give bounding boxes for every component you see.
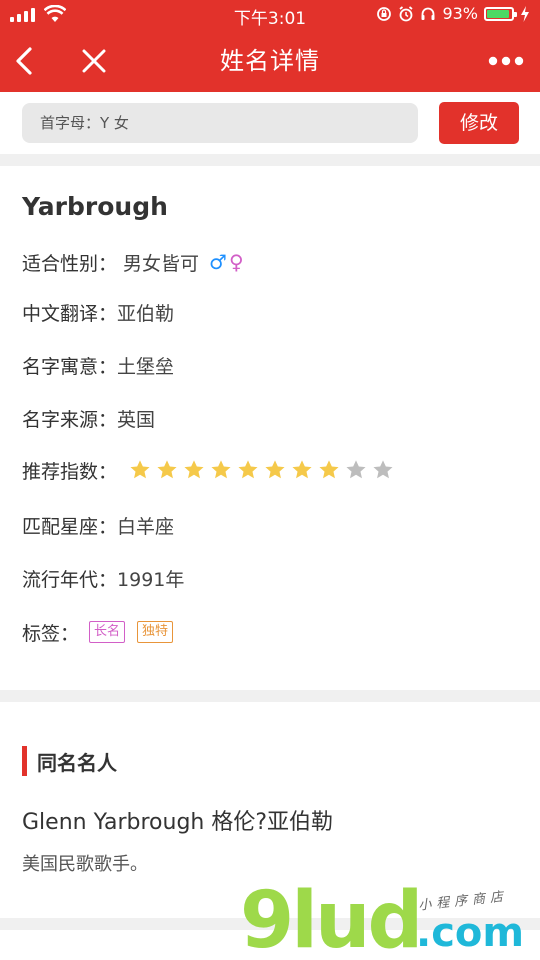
origin-row: 名字来源： 英国 bbox=[22, 403, 155, 433]
celebrity-name: Glenn Yarbrough 格伦?亚伯勒 bbox=[22, 810, 334, 835]
watermark-domain: .com bbox=[416, 910, 525, 956]
constellation-value: 白羊座 bbox=[117, 515, 175, 538]
tags-row: 标签： 长名 独特 bbox=[22, 617, 174, 647]
meaning-row: 名字寓意： 土堡垒 bbox=[22, 350, 174, 380]
battery-icon bbox=[484, 6, 517, 21]
star-filled-icon bbox=[184, 460, 204, 479]
status-icons: 93% bbox=[376, 4, 530, 23]
male-icon: ♂ bbox=[209, 250, 227, 274]
translation-value: 亚伯勒 bbox=[117, 302, 175, 325]
gender-value: 男女皆可 bbox=[123, 252, 200, 275]
female-icon: ♀ bbox=[228, 250, 244, 274]
charging-icon bbox=[521, 5, 529, 22]
rating-row: 推荐指数： bbox=[22, 455, 394, 485]
era-row: 流行年代： 1991年 bbox=[22, 563, 184, 593]
star-filled-icon bbox=[319, 460, 339, 479]
era-value: 1991年 bbox=[117, 568, 185, 591]
origin-value: 英国 bbox=[117, 408, 156, 431]
name-title: Yarbrough bbox=[22, 192, 168, 221]
era-label: 流行年代： bbox=[22, 568, 118, 591]
meaning-label: 名字寓意： bbox=[22, 355, 118, 378]
section-heading: 同名名人 bbox=[22, 746, 117, 776]
battery-percent: 93% bbox=[442, 4, 478, 23]
divider bbox=[0, 690, 540, 702]
headphones-icon bbox=[421, 7, 435, 20]
celebrity-heading: 同名名人 bbox=[37, 750, 117, 775]
divider bbox=[0, 154, 540, 166]
star-filled-icon bbox=[265, 460, 285, 479]
tag-unique[interactable]: 独特 bbox=[137, 621, 174, 643]
watermark-logo: 9lud .com 小程序商店 bbox=[240, 882, 540, 960]
accent-bar bbox=[22, 746, 27, 776]
rating-label: 推荐指数： bbox=[22, 460, 118, 483]
more-dots-icon bbox=[488, 56, 524, 66]
screen: 下午3:01 93% 姓名详情 首字母：Y 女 修改 Yarbrough 适合性… bbox=[0, 0, 540, 960]
page-title: 姓名详情 bbox=[220, 47, 320, 75]
celebrity-description: 美国民歌歌手。 bbox=[22, 854, 148, 875]
tags-label: 标签： bbox=[22, 622, 80, 645]
filter-input[interactable]: 首字母：Y 女 bbox=[22, 103, 418, 143]
star-filled-icon bbox=[157, 460, 177, 479]
translation-row: 中文翻译： 亚伯勒 bbox=[22, 297, 174, 327]
star-filled-icon bbox=[292, 460, 312, 479]
constellation-label: 匹配星座： bbox=[22, 515, 118, 538]
translation-label: 中文翻译： bbox=[22, 302, 118, 325]
more-button[interactable] bbox=[486, 30, 526, 92]
star-filled-icon bbox=[211, 460, 231, 479]
alarm-icon bbox=[399, 5, 413, 21]
watermark-main: 9lud bbox=[240, 876, 423, 960]
star-rating bbox=[129, 459, 394, 481]
filter-bar: 首字母：Y 女 修改 bbox=[0, 92, 540, 154]
star-filled-icon bbox=[238, 460, 258, 479]
star-filled-icon bbox=[130, 460, 150, 479]
gender-row: 适合性别： 男女皆可 ♂ ♀ bbox=[22, 247, 244, 277]
gender-label: 适合性别： bbox=[22, 252, 118, 275]
star-empty-icon bbox=[373, 460, 393, 479]
origin-label: 名字来源： bbox=[22, 408, 118, 431]
tag-long-name[interactable]: 长名 bbox=[89, 621, 126, 643]
edit-button[interactable]: 修改 bbox=[439, 102, 519, 144]
nav-bar: 姓名详情 bbox=[0, 30, 540, 92]
rotation-lock-icon bbox=[377, 6, 392, 21]
status-bar: 下午3:01 93% bbox=[0, 0, 540, 30]
star-empty-icon bbox=[346, 460, 366, 479]
meaning-value: 土堡垒 bbox=[117, 355, 175, 378]
constellation-row: 匹配星座： 白羊座 bbox=[22, 510, 174, 540]
